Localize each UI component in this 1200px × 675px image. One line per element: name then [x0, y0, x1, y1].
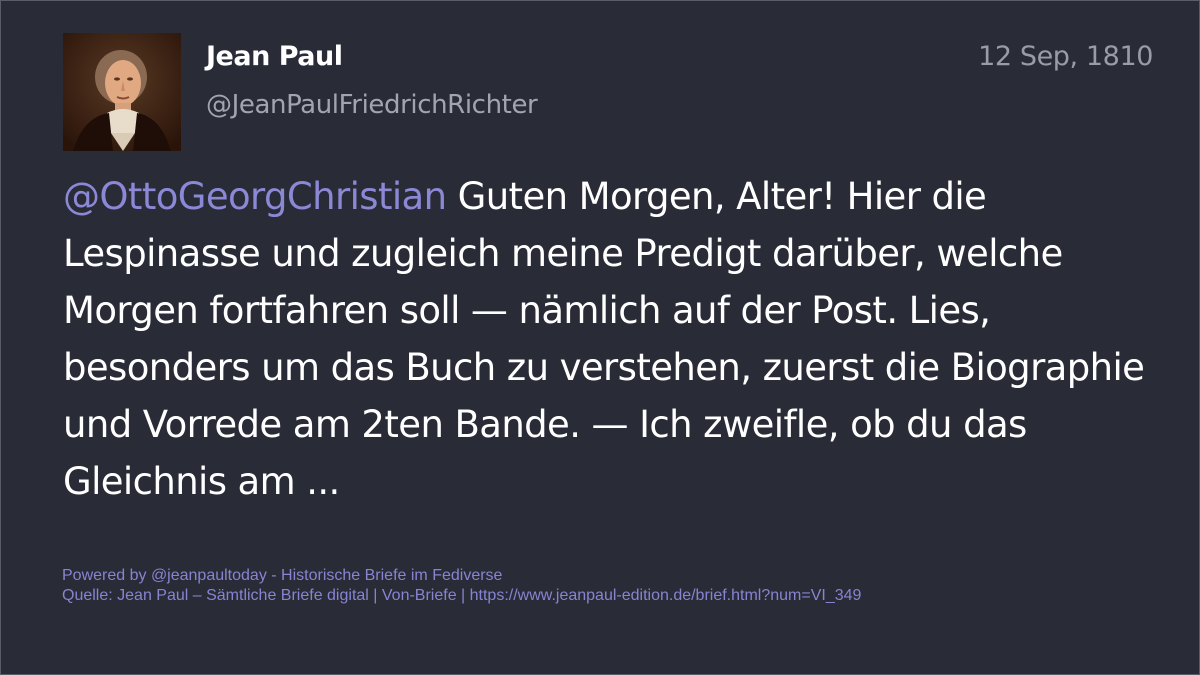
footer: Powered by @jeanpaultoday - Historische … [62, 566, 861, 606]
source-text: Quelle: Jean Paul – Sämtliche Briefe dig… [62, 587, 862, 604]
powered-by-text: Powered by @jeanpaultoday - Historische … [62, 567, 503, 584]
mention-link[interactable]: @OttoGeorgChristian [63, 175, 447, 218]
post-text: @OttoGeorgChristian Guten Morgen, Alter!… [63, 168, 1153, 510]
post-date: 12 Sep, 1810 [978, 41, 1153, 72]
portrait-icon [63, 33, 181, 151]
author-avatar[interactable] [63, 33, 181, 151]
author-handle[interactable]: @JeanPaulFriedrichRichter [206, 90, 538, 120]
post-card: Jean Paul @JeanPaulFriedrichRichter 12 S… [0, 0, 1200, 675]
author-name[interactable]: Jean Paul [206, 41, 343, 72]
post-body: Guten Morgen, Alter! Hier die Lespinasse… [63, 175, 1145, 503]
